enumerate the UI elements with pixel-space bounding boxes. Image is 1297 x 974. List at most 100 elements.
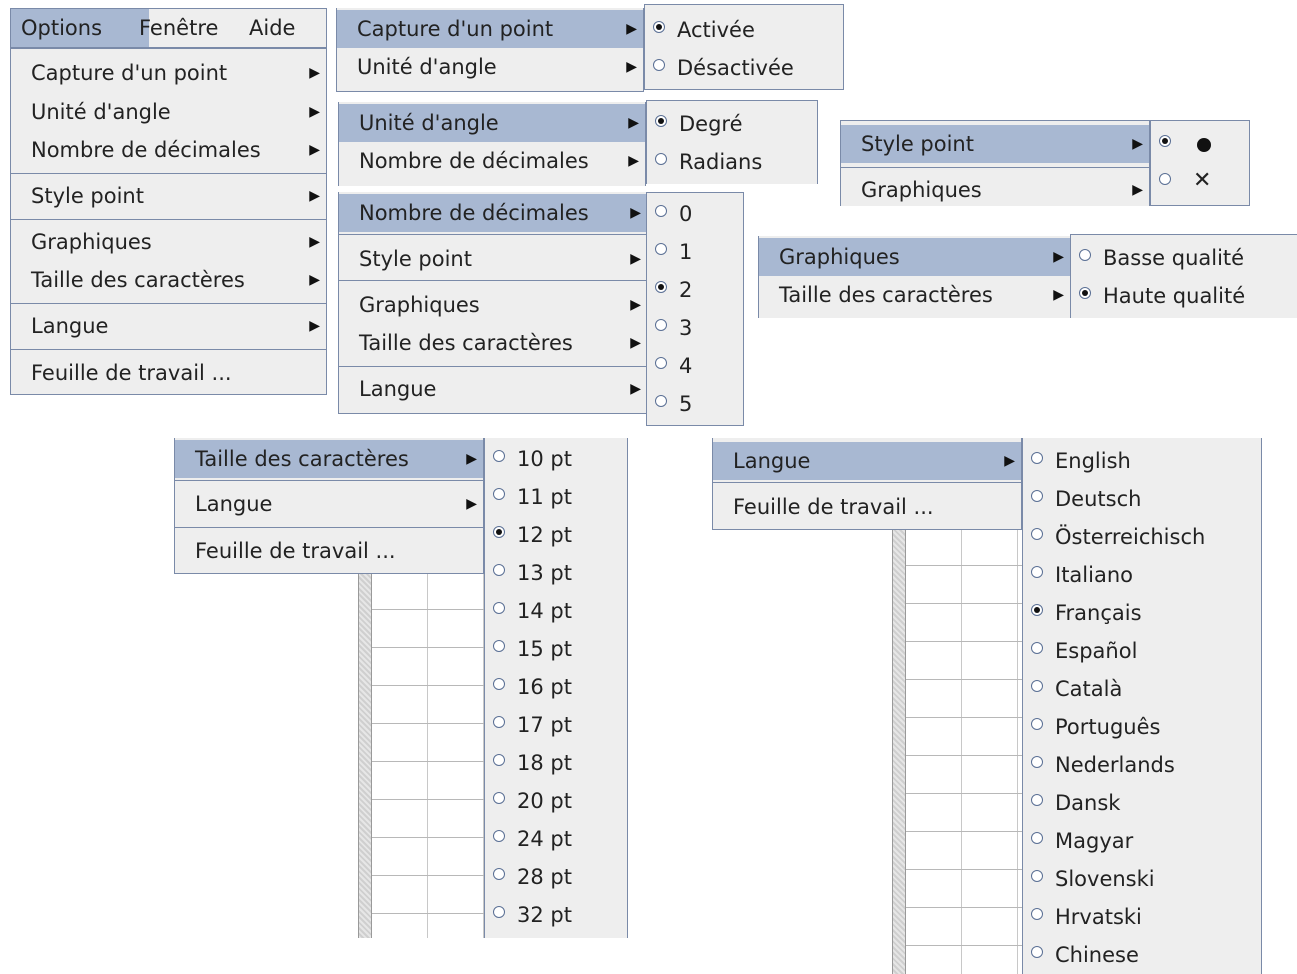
worksheet-scrollbar[interactable] <box>358 572 372 938</box>
menu-aide[interactable]: Aide <box>239 9 305 47</box>
menu-item-taille[interactable]: Taille des caractères ▶ <box>175 440 483 478</box>
radio-item-label: 28 pt <box>517 865 572 889</box>
radio-item[interactable]: 17 pt <box>485 706 627 744</box>
radio-item[interactable]: 5 <box>647 385 743 423</box>
radio-item-label: Chinese <box>1055 943 1139 967</box>
radio-item-label: Hrvatski <box>1055 905 1142 929</box>
radio-item[interactable]: 11 pt <box>485 478 627 516</box>
menu-item-capture[interactable]: Capture d'un point ▶ <box>337 10 643 48</box>
menu-item-style[interactable]: Style point ▶ <box>339 240 647 278</box>
radio-icon <box>493 640 505 652</box>
radio-item[interactable]: 24 pt <box>485 820 627 858</box>
menu-item-graphiques[interactable]: Graphiques ▶ <box>759 238 1070 276</box>
menu-item-feuille[interactable]: Feuille de travail ... <box>11 354 326 392</box>
radio-item[interactable]: Österreichisch <box>1023 518 1261 556</box>
radio-icon <box>493 678 505 690</box>
radio-item[interactable]: 12 pt <box>485 516 627 554</box>
graphics-submenu: Basse qualité Haute qualité <box>1070 234 1297 318</box>
radio-item[interactable]: 20 pt <box>485 782 627 820</box>
menu-item-langue[interactable]: Langue ▶ <box>339 370 647 408</box>
radio-icon <box>493 488 505 500</box>
radio-item[interactable]: 32 pt <box>485 896 627 934</box>
menu-item-feuille[interactable]: Feuille de travail ... <box>175 532 483 570</box>
radio-icon <box>1031 718 1043 730</box>
submenu-arrow-icon: ▶ <box>626 59 637 75</box>
radio-item-basse[interactable]: Basse qualité <box>1071 239 1297 277</box>
menu-item-unite[interactable]: Unité d'angle ▶ <box>339 104 645 142</box>
radio-item[interactable]: Italiano <box>1023 556 1261 594</box>
submenu-arrow-icon: ▶ <box>630 251 641 267</box>
menu-item-langue[interactable]: Langue ▶ <box>713 442 1021 480</box>
radio-selected-icon <box>655 115 667 127</box>
radio-item[interactable]: 16 pt <box>485 668 627 706</box>
menu-item-unite[interactable]: Unité d'angle ▶ <box>337 48 643 86</box>
radio-item[interactable]: 13 pt <box>485 554 627 592</box>
radio-item[interactable]: Dansk <box>1023 784 1261 822</box>
radio-item-filled-circle[interactable] <box>1151 125 1249 163</box>
radio-item[interactable]: Deutsch <box>1023 480 1261 518</box>
radio-item-cross[interactable]: ✕ <box>1151 163 1249 201</box>
menu-item-taille[interactable]: Taille des caractères ▶ <box>759 276 1070 314</box>
radio-icon <box>1031 946 1043 958</box>
radio-item[interactable]: Nederlands <box>1023 746 1261 784</box>
radio-item-radians[interactable]: Radians <box>647 143 817 181</box>
menu-item-langue[interactable]: Langue ▶ <box>175 485 483 523</box>
menu-item-decimales[interactable]: Nombre de décimales ▶ <box>11 131 326 169</box>
radio-item[interactable]: 18 pt <box>485 744 627 782</box>
radio-icon <box>655 395 667 407</box>
radio-item-label: Magyar <box>1055 829 1134 853</box>
radio-item[interactable]: 3 <box>647 309 743 347</box>
menu-item-unite[interactable]: Unité d'angle ▶ <box>11 93 326 131</box>
radio-item-label: Italiano <box>1055 563 1133 587</box>
radio-selected-icon <box>1031 604 1043 616</box>
radio-item-desactivee[interactable]: Désactivée <box>645 49 843 87</box>
separator <box>175 480 483 481</box>
radio-item[interactable]: 14 pt <box>485 592 627 630</box>
menu-item-taille[interactable]: Taille des caractères ▶ <box>339 324 647 362</box>
radio-item[interactable]: English <box>1023 442 1261 480</box>
menu-item-taille[interactable]: Taille des caractères ▶ <box>11 261 326 299</box>
radio-item-label: 24 pt <box>517 827 572 851</box>
menu-item-graphiques[interactable]: Graphiques ▶ <box>339 286 647 324</box>
radio-item-label: 4 <box>679 354 693 378</box>
radio-item-haute[interactable]: Haute qualité <box>1071 277 1297 315</box>
menu-item-feuille[interactable]: Feuille de travail ... <box>713 488 1021 526</box>
radio-item[interactable]: Chinese <box>1023 936 1261 974</box>
radio-item[interactable]: 2 <box>647 271 743 309</box>
radio-item[interactable]: Magyar <box>1023 822 1261 860</box>
radio-item[interactable]: 1 <box>647 233 743 271</box>
menu-item-style[interactable]: Style point ▶ <box>841 125 1149 163</box>
radio-item[interactable]: 0 <box>647 195 743 233</box>
menu-item-capture[interactable]: Capture d'un point ▶ <box>11 54 326 92</box>
submenu-arrow-icon: ▶ <box>466 496 477 512</box>
radio-item[interactable]: Português <box>1023 708 1261 746</box>
menu-fenetre[interactable]: Fenêtre <box>129 9 228 47</box>
radio-item[interactable]: Español <box>1023 632 1261 670</box>
menu-item-langue[interactable]: Langue ▶ <box>11 307 326 345</box>
radio-item[interactable]: 10 pt <box>485 440 627 478</box>
submenu-arrow-icon: ▶ <box>309 272 320 288</box>
radio-icon <box>1031 832 1043 844</box>
radio-item-label: 15 pt <box>517 637 572 661</box>
menu-item-graphiques[interactable]: Graphiques ▶ <box>841 171 1149 209</box>
worksheet-scrollbar[interactable] <box>892 528 906 974</box>
radio-item-degre[interactable]: Degré <box>647 105 817 143</box>
radio-item[interactable]: 4 <box>647 347 743 385</box>
menu-item-style[interactable]: Style point ▶ <box>11 177 326 215</box>
radio-item-activee[interactable]: Activée <box>645 11 843 49</box>
radio-item[interactable]: Français <box>1023 594 1261 632</box>
radio-selected-icon <box>493 526 505 538</box>
radio-item-label: 11 pt <box>517 485 572 509</box>
radio-item[interactable]: Hrvatski <box>1023 898 1261 936</box>
radio-item[interactable]: 15 pt <box>485 630 627 668</box>
radio-item[interactable]: Slovenski <box>1023 860 1261 898</box>
radio-item-label: 2 <box>679 278 693 302</box>
radio-icon <box>1159 173 1171 185</box>
menu-item-graphiques[interactable]: Graphiques ▶ <box>11 223 326 261</box>
menu-item-decimales[interactable]: Nombre de décimales ▶ <box>339 142 645 180</box>
radio-item[interactable]: 28 pt <box>485 858 627 896</box>
radio-item-label: 0 <box>679 202 693 226</box>
radio-item-label: 14 pt <box>517 599 572 623</box>
menu-item-decimales[interactable]: Nombre de décimales ▶ <box>339 194 647 232</box>
radio-item[interactable]: Català <box>1023 670 1261 708</box>
